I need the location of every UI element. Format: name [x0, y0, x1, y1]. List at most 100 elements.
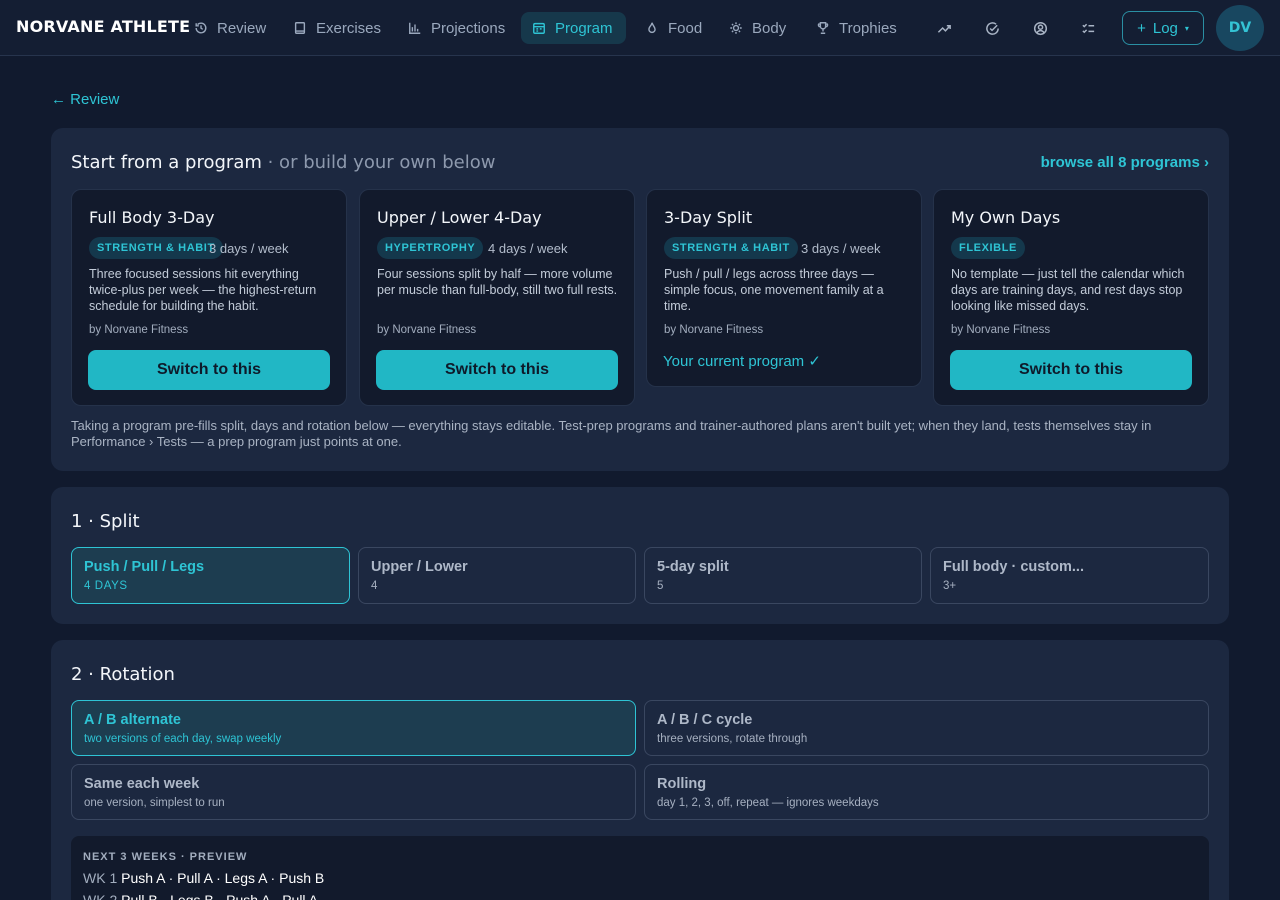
- flame-icon: [648, 22, 656, 33]
- program-author: by Norvane Fitness: [951, 324, 1051, 336]
- preview-week-row: WK 2 Pull B · Legs B · Push A · Pull A: [83, 892, 318, 900]
- history-icon: [195, 22, 207, 34]
- option-label: 5-day split: [657, 559, 729, 575]
- brand-logo[interactable]: NORVANE ATHLETE: [16, 17, 190, 36]
- nav-review[interactable]: Review: [183, 12, 277, 44]
- nav-food[interactable]: Food: [634, 12, 713, 44]
- option-sub: 4: [371, 580, 378, 592]
- program-name: Upper / Lower 4-Day: [377, 208, 542, 227]
- option-label: Push / Pull / Legs: [84, 559, 205, 575]
- program-frequency: 3 days / week: [801, 241, 881, 256]
- browse-programs-link[interactable]: browse all 8 programs ›: [1041, 154, 1209, 171]
- programs-panel: Start from a program · or build your own…: [51, 128, 1229, 471]
- program-description: Three focused sessions hit everything tw…: [89, 267, 317, 313]
- user-circle-icon[interactable]: [1030, 18, 1050, 38]
- split-panel: 1 · Split Push / Pull / Legs 4 DAYS Uppe…: [51, 487, 1229, 624]
- nav-label: Program: [555, 19, 613, 37]
- program-author: by Norvane Fitness: [664, 324, 764, 336]
- log-button[interactable]: + Log ▾: [1122, 11, 1204, 45]
- rotation-preview: NEXT 3 WEEKS · PREVIEW WK 1 Push A · Pul…: [71, 836, 1209, 900]
- option-sub: one version, simplest to run: [84, 797, 225, 809]
- week-days: Push A · Pull A · Legs A · Push B: [121, 870, 325, 886]
- week-days: Pull B · Legs B · Push A · Pull A: [121, 892, 318, 900]
- nav-label: Exercises: [316, 19, 382, 37]
- rotation-option-rolling[interactable]: Rolling day 1, 2, 3, off, repeat — ignor…: [644, 764, 1209, 820]
- panel-title: Start from a program · or build your own…: [71, 152, 495, 173]
- option-sub: 5: [657, 580, 664, 592]
- split-option-full-body[interactable]: Full body · custom... 3+: [930, 547, 1209, 604]
- bar-chart-icon: [409, 22, 421, 34]
- split-option-push-pull-legs[interactable]: Push / Pull / Legs 4 DAYS: [71, 547, 350, 604]
- program-card: Full Body 3-Day STRENGTH & HABIT 3 days …: [71, 189, 347, 406]
- checklist-icon[interactable]: [1078, 18, 1098, 38]
- nav-label: Projections: [431, 19, 506, 37]
- program-name: Full Body 3-Day: [89, 208, 215, 227]
- programs-note: Taking a program pre-fills split, days a…: [71, 418, 1152, 449]
- option-label: A / B / C cycle: [657, 712, 753, 728]
- split-option-5-day[interactable]: 5-day split 5: [644, 547, 922, 604]
- trend-icon[interactable]: [934, 18, 954, 38]
- switch-program-button[interactable]: Switch to this: [950, 350, 1192, 390]
- rotation-panel: 2 · Rotation A / B alternate two version…: [51, 640, 1229, 900]
- split-option-upper-lower[interactable]: Upper / Lower 4: [358, 547, 636, 604]
- split-title: 1 · Split: [71, 511, 140, 532]
- program-description: Four sessions split by half — more volum…: [377, 267, 618, 297]
- nav-label: Review: [217, 19, 267, 37]
- program-author: by Norvane Fitness: [377, 324, 477, 336]
- program-name: 3-Day Split: [664, 208, 753, 227]
- option-label: Rolling: [657, 776, 707, 792]
- trophy-icon: [817, 22, 829, 34]
- option-label: Upper / Lower: [371, 559, 468, 575]
- program-description: No template — just tell the calendar whi…: [951, 267, 1185, 313]
- option-sub: three versions, rotate through: [657, 733, 808, 745]
- program-badge: STRENGTH & HABIT: [664, 237, 798, 259]
- preview-week-row: WK 1 Push A · Pull A · Legs A · Push B: [83, 870, 324, 886]
- option-label: Full body · custom...: [943, 559, 1084, 575]
- rotation-title: 2 · Rotation: [71, 664, 175, 685]
- program-author: by Norvane Fitness: [89, 324, 189, 336]
- log-label: Log: [1152, 19, 1178, 37]
- week-label: WK 1: [83, 870, 118, 886]
- top-nav: NORVANE ATHLETE Review Exercises Project…: [0, 0, 1280, 56]
- option-label: Same each week: [84, 776, 200, 792]
- option-label: A / B alternate: [84, 712, 181, 728]
- rotation-option-ab-alternate[interactable]: A / B alternate two versions of each day…: [71, 700, 636, 756]
- program-badge: HYPERTROPHY: [377, 237, 484, 259]
- program-card: My Own Days FLEXIBLE No template — just …: [933, 189, 1209, 406]
- rotation-option-same-each-week[interactable]: Same each week one version, simplest to …: [71, 764, 636, 820]
- program-badge: STRENGTH & HABIT: [89, 237, 223, 259]
- program-badge: FLEXIBLE: [951, 237, 1025, 259]
- rotation-option-abc-cycle[interactable]: A / B / C cycle three versions, rotate t…: [644, 700, 1209, 756]
- option-sub: 4 DAYS: [84, 580, 128, 592]
- program-card: Upper / Lower 4-Day HYPERTROPHY 4 days /…: [359, 189, 635, 406]
- option-sub: two versions of each day, swap weekly: [84, 733, 282, 745]
- sun-icon: [730, 22, 742, 34]
- nav-trophies[interactable]: Trophies: [805, 12, 908, 44]
- nav-label: Food: [668, 19, 703, 37]
- program-description: Push / pull / legs across three days — s…: [664, 267, 884, 313]
- program-name: My Own Days: [951, 208, 1061, 227]
- program-frequency: 4 days / week: [488, 241, 568, 256]
- check-circle-icon[interactable]: [982, 18, 1002, 38]
- nav-label: Trophies: [839, 19, 897, 37]
- avatar[interactable]: DV: [1216, 5, 1264, 51]
- option-sub: 3+: [943, 580, 957, 592]
- calendar-icon: [533, 22, 545, 34]
- program-card-current: 3-Day Split STRENGTH & HABIT 3 days / we…: [646, 189, 922, 387]
- nav-program[interactable]: Program: [521, 12, 626, 44]
- plus-icon: +: [1137, 19, 1146, 37]
- nav-body[interactable]: Body: [718, 12, 797, 44]
- nav-projections[interactable]: Projections: [397, 12, 516, 44]
- preview-title: NEXT 3 WEEKS · PREVIEW: [83, 851, 248, 863]
- programs-subtitle: · or build your own below: [261, 152, 496, 173]
- switch-program-button[interactable]: Switch to this: [88, 350, 330, 390]
- switch-program-button[interactable]: Switch to this: [376, 350, 618, 390]
- option-sub: day 1, 2, 3, off, repeat — ignores weekd…: [657, 797, 879, 809]
- current-program-label: Your current program ✓: [663, 353, 821, 370]
- chevron-down-icon: ▾: [1184, 23, 1189, 33]
- back-link[interactable]: ← Review: [51, 91, 119, 108]
- nav-label: Body: [752, 19, 787, 37]
- week-label: WK 2: [83, 892, 118, 900]
- programs-title: Start from a program: [71, 152, 262, 173]
- nav-exercises[interactable]: Exercises: [282, 12, 392, 44]
